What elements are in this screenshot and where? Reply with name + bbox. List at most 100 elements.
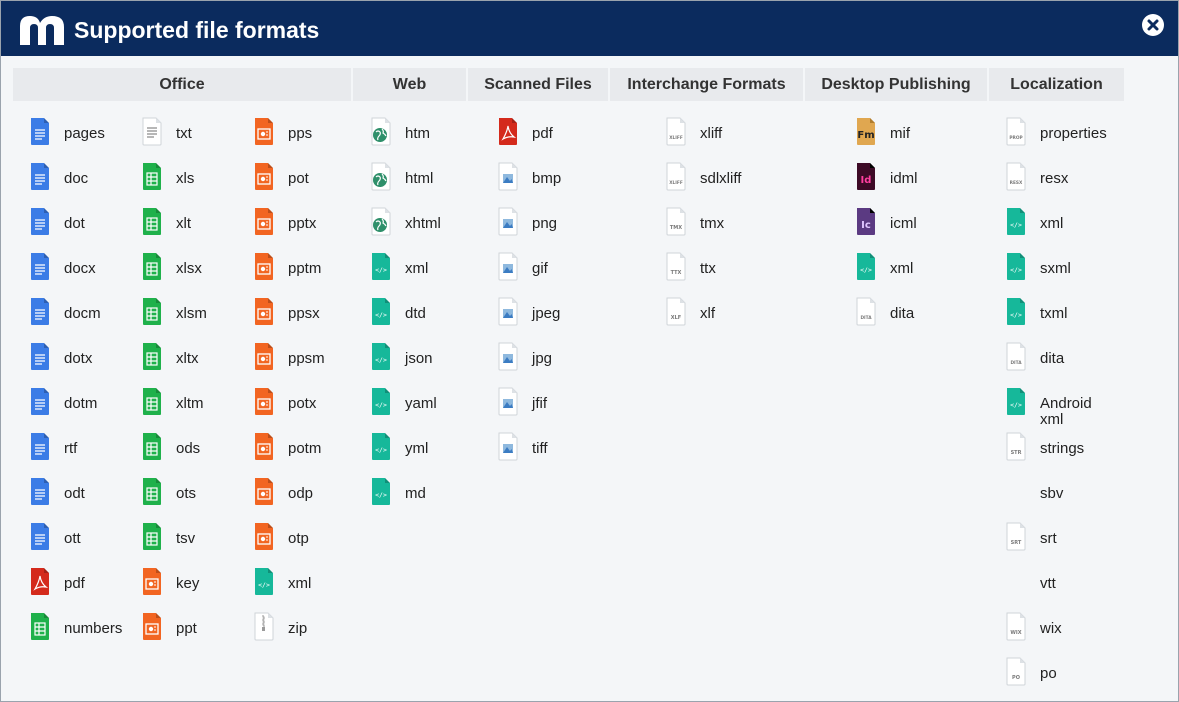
generic-file-icon: WIX bbox=[1006, 612, 1026, 641]
doc-file-icon bbox=[31, 118, 49, 145]
code-file-icon: </> bbox=[372, 388, 390, 415]
svg-text:STR: STR bbox=[1011, 450, 1022, 456]
slide-file-icon bbox=[255, 433, 273, 460]
format-label: dtd bbox=[405, 305, 426, 322]
sheet-file-icon bbox=[143, 298, 161, 325]
svg-text:RESX: RESX bbox=[1010, 180, 1023, 186]
svg-text:</>: </> bbox=[1010, 266, 1022, 274]
supported-formats-dialog: Supported file formats Office Web Scanne… bbox=[0, 0, 1179, 702]
generic-file-icon: STR bbox=[1006, 432, 1026, 461]
code-file-icon: </> bbox=[1007, 253, 1025, 280]
format-label: sxml bbox=[1040, 260, 1071, 277]
svg-text:</>: </> bbox=[1010, 221, 1022, 229]
format-label: dita bbox=[1040, 350, 1065, 367]
format-label: html bbox=[405, 170, 434, 187]
web-file-icon bbox=[371, 162, 391, 191]
svg-text:</>: </> bbox=[375, 266, 387, 274]
sheet-file-icon bbox=[143, 343, 161, 370]
format-label: xliff bbox=[700, 125, 723, 142]
format-label: tiff bbox=[532, 440, 548, 457]
format-label: strings bbox=[1040, 440, 1085, 457]
doc-file-icon bbox=[31, 388, 49, 415]
web-file-icon bbox=[371, 207, 391, 236]
sheet-file-icon bbox=[143, 388, 161, 415]
format-label: pot bbox=[288, 170, 309, 187]
column-heading-web: Web bbox=[353, 68, 466, 101]
format-label: ppsm bbox=[288, 350, 325, 367]
slide-file-icon bbox=[255, 118, 273, 145]
slide-file-icon bbox=[255, 208, 273, 235]
format-label: htm bbox=[405, 125, 431, 142]
format-label: json bbox=[405, 350, 433, 367]
code-file-icon: </> bbox=[857, 253, 875, 280]
svg-text:XLIFF: XLIFF bbox=[669, 135, 683, 141]
format-label: gif bbox=[532, 260, 548, 277]
column-heading-office: Office bbox=[13, 68, 351, 101]
svg-text:PO: PO bbox=[1012, 675, 1020, 681]
format-label: xlf bbox=[700, 305, 715, 322]
svg-text:</>: </> bbox=[258, 581, 270, 589]
generic-file-icon: PO bbox=[1006, 657, 1026, 686]
svg-text:XLF: XLF bbox=[671, 315, 681, 321]
doc-file-icon bbox=[31, 433, 49, 460]
sheet-file-icon bbox=[143, 163, 161, 190]
format-label: xml bbox=[405, 260, 429, 277]
image-file-icon bbox=[498, 162, 518, 191]
sheet-file-icon bbox=[143, 478, 161, 505]
slide-file-icon bbox=[255, 298, 273, 325]
format-label: zip bbox=[288, 620, 308, 637]
format-label: sdlxliff bbox=[700, 170, 742, 187]
svg-text:DITA: DITA bbox=[860, 315, 872, 321]
slide-file-icon bbox=[255, 253, 273, 280]
svg-text:TTX: TTX bbox=[671, 270, 682, 276]
doc-file-icon bbox=[31, 343, 49, 370]
code-file-icon: </> bbox=[372, 253, 390, 280]
generic-file-icon: XLIFF bbox=[666, 162, 686, 191]
slide-file-icon bbox=[255, 478, 273, 505]
image-file-icon bbox=[498, 207, 518, 236]
svg-text:</>: </> bbox=[375, 311, 387, 319]
format-label: pps bbox=[288, 125, 313, 142]
doc-file-icon bbox=[31, 523, 49, 550]
fm-file-icon: Fm bbox=[857, 118, 875, 145]
close-button[interactable] bbox=[1142, 14, 1164, 36]
pdf-file-icon bbox=[499, 118, 517, 145]
close-circle-icon bbox=[1147, 19, 1159, 31]
format-label: properties bbox=[1040, 125, 1107, 142]
generic-file-icon: RESX bbox=[1006, 162, 1026, 191]
app-logo-icon bbox=[20, 16, 64, 45]
sheet-file-icon bbox=[143, 253, 161, 280]
format-label: mif bbox=[890, 125, 910, 142]
column-heading-interchange-formats: Interchange Formats bbox=[610, 68, 803, 101]
format-label: pptm bbox=[288, 260, 322, 277]
svg-text:</>: </> bbox=[375, 401, 387, 409]
format-label: icml bbox=[890, 215, 917, 232]
format-label: xml bbox=[890, 260, 914, 277]
web-file-icon bbox=[371, 117, 391, 146]
generic-file-icon: XLIFF bbox=[666, 117, 686, 146]
format-label: dita bbox=[890, 305, 915, 322]
slide-file-icon bbox=[143, 568, 161, 595]
format-label: xhtml bbox=[405, 215, 441, 232]
format-label: pptx bbox=[288, 215, 317, 232]
svg-text:</>: </> bbox=[1010, 401, 1022, 409]
sheet-file-icon bbox=[143, 523, 161, 550]
format-label: sbv bbox=[1040, 485, 1064, 502]
svg-text:</>: </> bbox=[1010, 311, 1022, 319]
generic-file-icon: TMX bbox=[666, 207, 686, 236]
format-label: ttx bbox=[700, 260, 716, 277]
slide-file-icon bbox=[143, 613, 161, 640]
svg-text:SRT: SRT bbox=[1011, 540, 1022, 546]
code-file-icon: </> bbox=[1007, 208, 1025, 235]
format-label: wix bbox=[1040, 620, 1062, 637]
sheet-file-icon bbox=[143, 433, 161, 460]
code-file-icon: </> bbox=[372, 343, 390, 370]
id-file-icon: Id bbox=[857, 163, 875, 190]
slide-file-icon bbox=[255, 343, 273, 370]
generic-file-icon: DITA bbox=[856, 297, 876, 326]
format-label: resx bbox=[1040, 170, 1069, 187]
code-file-icon: </> bbox=[372, 298, 390, 325]
svg-text:TMX: TMX bbox=[670, 225, 682, 231]
doc-file-icon bbox=[31, 163, 49, 190]
format-label: yaml bbox=[405, 395, 437, 412]
